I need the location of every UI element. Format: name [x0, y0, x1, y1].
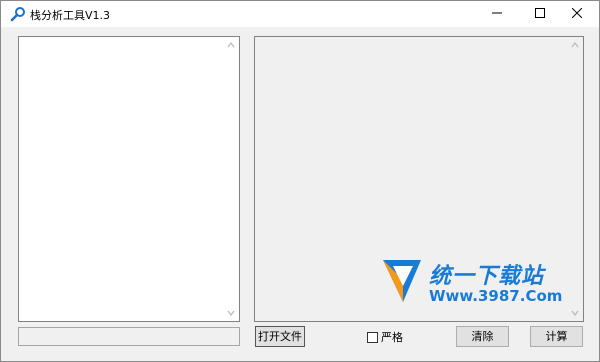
window-title: 栈分析工具V1.3 [30, 9, 111, 22]
minimize-button[interactable] [475, 1, 519, 27]
minimize-icon [492, 8, 502, 21]
right-scrollbar[interactable] [567, 37, 583, 321]
open-file-button[interactable]: 打开文件 [255, 326, 305, 347]
watermark-title: 统一下载站 [429, 264, 545, 289]
strict-checkbox[interactable] [367, 331, 378, 343]
input-text-area[interactable] [18, 36, 240, 322]
watermark-logo-icon [381, 256, 423, 304]
watermark-url: Www.3987.Com [429, 287, 563, 305]
strict-checkbox-group[interactable]: 严格 [367, 330, 403, 344]
close-button[interactable] [555, 1, 599, 27]
strict-checkbox-label[interactable]: 严格 [381, 329, 403, 345]
close-icon [571, 7, 583, 21]
clear-button[interactable]: 清除 [456, 326, 509, 347]
calculate-button[interactable]: 计算 [530, 326, 583, 347]
scroll-down-arrow-icon[interactable] [570, 308, 580, 318]
scroll-down-arrow-icon[interactable] [226, 308, 236, 318]
app-window: 栈分析工具V1.3 统一下载站 Www.3987.Com 打开文件 严格 清除 … [0, 0, 600, 362]
title-bar[interactable]: 栈分析工具V1.3 [1, 1, 599, 27]
maximize-icon [535, 7, 545, 21]
scroll-up-arrow-icon[interactable] [570, 40, 580, 50]
magnifier-icon [10, 6, 26, 22]
left-scrollbar[interactable] [223, 37, 239, 321]
status-field [18, 327, 240, 346]
watermark: 统一下载站 Www.3987.Com [381, 256, 563, 312]
scroll-up-arrow-icon[interactable] [226, 40, 236, 50]
